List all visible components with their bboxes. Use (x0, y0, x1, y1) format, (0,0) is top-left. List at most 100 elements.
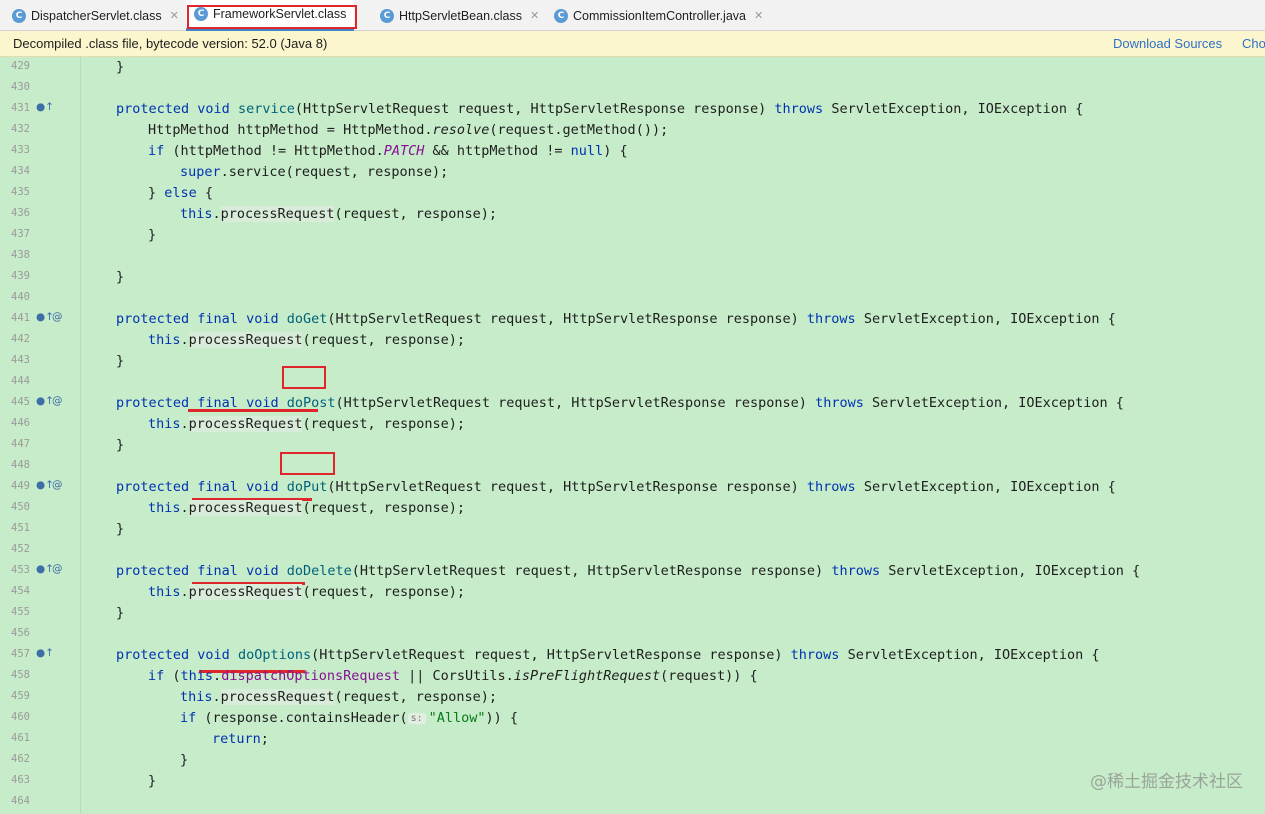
choose-sources-link[interactable]: Cho (1242, 36, 1265, 51)
code-text: } (116, 437, 125, 453)
code-line: 457 ●↑ protected void doOptions(HttpServ… (0, 645, 1265, 666)
code-text: this.processRequest(request, response); (148, 500, 466, 516)
line-number: 432 (11, 123, 30, 135)
line-number: 445 (11, 396, 30, 408)
code-line: 432 HttpMethod httpMethod = HttpMethod.r… (0, 120, 1265, 141)
annotation-icon[interactable]: @ (52, 563, 63, 575)
code-line: 438 (0, 246, 1265, 267)
class-icon: C (12, 8, 26, 23)
line-number: 457 (11, 648, 30, 660)
tab-label: HttpServletBean.class (399, 8, 522, 23)
code-line: 442 this.processRequest(request, respons… (0, 330, 1265, 351)
code-text: } (180, 752, 189, 768)
code-line: 461 return; (0, 729, 1265, 750)
code-text: protected final void doPut(HttpServletRe… (116, 479, 1116, 495)
line-number: 447 (11, 438, 30, 450)
tab-framework-servlet[interactable]: C FrameworkServlet.class (186, 0, 355, 31)
code-text: this.processRequest(request, response); (148, 416, 466, 432)
decompiled-message: Decompiled .class file, bytecode version… (13, 36, 328, 51)
code-line: 459 this.processRequest(request, respons… (0, 687, 1265, 708)
line-number: 454 (11, 585, 30, 597)
code-text: if (httpMethod != HttpMethod.PATCH && ht… (148, 143, 628, 159)
close-icon[interactable]: ✕ (170, 9, 179, 22)
code-text: protected void service(HttpServletReques… (116, 101, 1084, 117)
code-text: protected final void doPost(HttpServletR… (116, 395, 1124, 411)
code-line: 462 } (0, 750, 1265, 771)
code-line: 449 ●↑ @ protected final void doPut(Http… (0, 477, 1265, 498)
code-text: super.service(request, response); (180, 164, 449, 180)
line-number: 448 (11, 459, 30, 471)
code-text: return; (212, 731, 269, 747)
line-number: 435 (11, 186, 30, 198)
close-icon[interactable]: ✕ (530, 9, 539, 22)
line-number: 440 (11, 291, 30, 303)
tab-commission-item-controller[interactable]: C CommissionItemController.java ✕ (554, 0, 763, 31)
code-line: 443 } (0, 351, 1265, 372)
code-line: 431 ●↑ protected void service(HttpServle… (0, 99, 1265, 120)
code-line: 430 (0, 78, 1265, 99)
line-number: 451 (11, 522, 30, 534)
code-line: 456 (0, 624, 1265, 645)
line-number: 442 (11, 333, 30, 345)
code-line: 429 } (0, 57, 1265, 78)
code-text: } (148, 227, 157, 243)
tab-label: CommissionItemController.java (573, 8, 746, 23)
code-line: 433 if (httpMethod != HttpMethod.PATCH &… (0, 141, 1265, 162)
code-line: 439 } (0, 267, 1265, 288)
line-number: 463 (11, 774, 30, 786)
line-number: 443 (11, 354, 30, 366)
code-line: 451 } (0, 519, 1265, 540)
annotation-icon[interactable]: @ (52, 479, 63, 491)
line-number: 444 (11, 375, 30, 387)
code-line: 448 (0, 456, 1265, 477)
code-line: 445 ●↑ @ protected final void doPost(Htt… (0, 393, 1265, 414)
code-text: } else { (148, 185, 214, 201)
code-text: protected final void doGet(HttpServletRe… (116, 311, 1116, 327)
override-icon[interactable]: ●↑ (36, 647, 54, 659)
close-icon[interactable]: ✕ (754, 9, 763, 22)
annotation-icon[interactable]: @ (52, 311, 63, 323)
download-sources-link[interactable]: Download Sources (1113, 36, 1222, 51)
code-text: if (response.containsHeader(s: "Allow")) … (180, 710, 519, 726)
code-text: this.processRequest(request, response); (148, 332, 466, 348)
code-editor[interactable]: 429 } 430 431 ●↑ protected void service(… (0, 57, 1265, 814)
line-number: 446 (11, 417, 30, 429)
annotation-icon[interactable]: @ (52, 395, 63, 407)
line-number: 441 (11, 312, 30, 324)
class-icon: C (194, 7, 208, 21)
code-line: 460 if (response.containsHeader(s: "Allow… (0, 708, 1265, 729)
class-icon: C (380, 8, 394, 23)
code-line: 453 ●↑ @ protected final void doDelete(H… (0, 561, 1265, 582)
code-line: 454 this.processRequest(request, respons… (0, 582, 1265, 603)
line-number: 460 (11, 711, 30, 723)
code-text: HttpMethod httpMethod = HttpMethod.resol… (148, 122, 669, 138)
line-number: 430 (11, 81, 30, 93)
code-text: } (116, 269, 125, 285)
code-line: 463 } (0, 771, 1265, 792)
tab-http-servlet-bean[interactable]: C HttpServletBean.class ✕ (380, 0, 539, 31)
line-number: 434 (11, 165, 30, 177)
line-number: 437 (11, 228, 30, 240)
decompiled-notice-bar: Decompiled .class file, bytecode version… (0, 31, 1265, 57)
code-line: 452 (0, 540, 1265, 561)
override-icon[interactable]: ●↑ (36, 101, 54, 113)
code-text: this.processRequest(request, response); (180, 689, 498, 705)
line-number: 464 (11, 795, 30, 807)
line-number: 455 (11, 606, 30, 618)
code-line: 441 ●↑ @ protected final void doGet(Http… (0, 309, 1265, 330)
class-icon: C (554, 8, 568, 23)
line-number: 438 (11, 249, 30, 261)
tab-dispatcher-servlet[interactable]: C DispatcherServlet.class ✕ (12, 0, 179, 31)
line-number: 439 (11, 270, 30, 282)
code-line: 458 if (this.dispatchOptionsRequest || C… (0, 666, 1265, 687)
code-text: } (116, 353, 125, 369)
tab-label: DispatcherServlet.class (31, 8, 162, 23)
code-line: 437 } (0, 225, 1265, 246)
code-text: } (116, 521, 125, 537)
code-line: 446 this.processRequest(request, respons… (0, 414, 1265, 435)
line-number: 461 (11, 732, 30, 744)
line-number: 459 (11, 690, 30, 702)
code-text: this.processRequest(request, response); (180, 206, 498, 222)
code-line: 464 (0, 792, 1265, 813)
line-number: 456 (11, 627, 30, 639)
